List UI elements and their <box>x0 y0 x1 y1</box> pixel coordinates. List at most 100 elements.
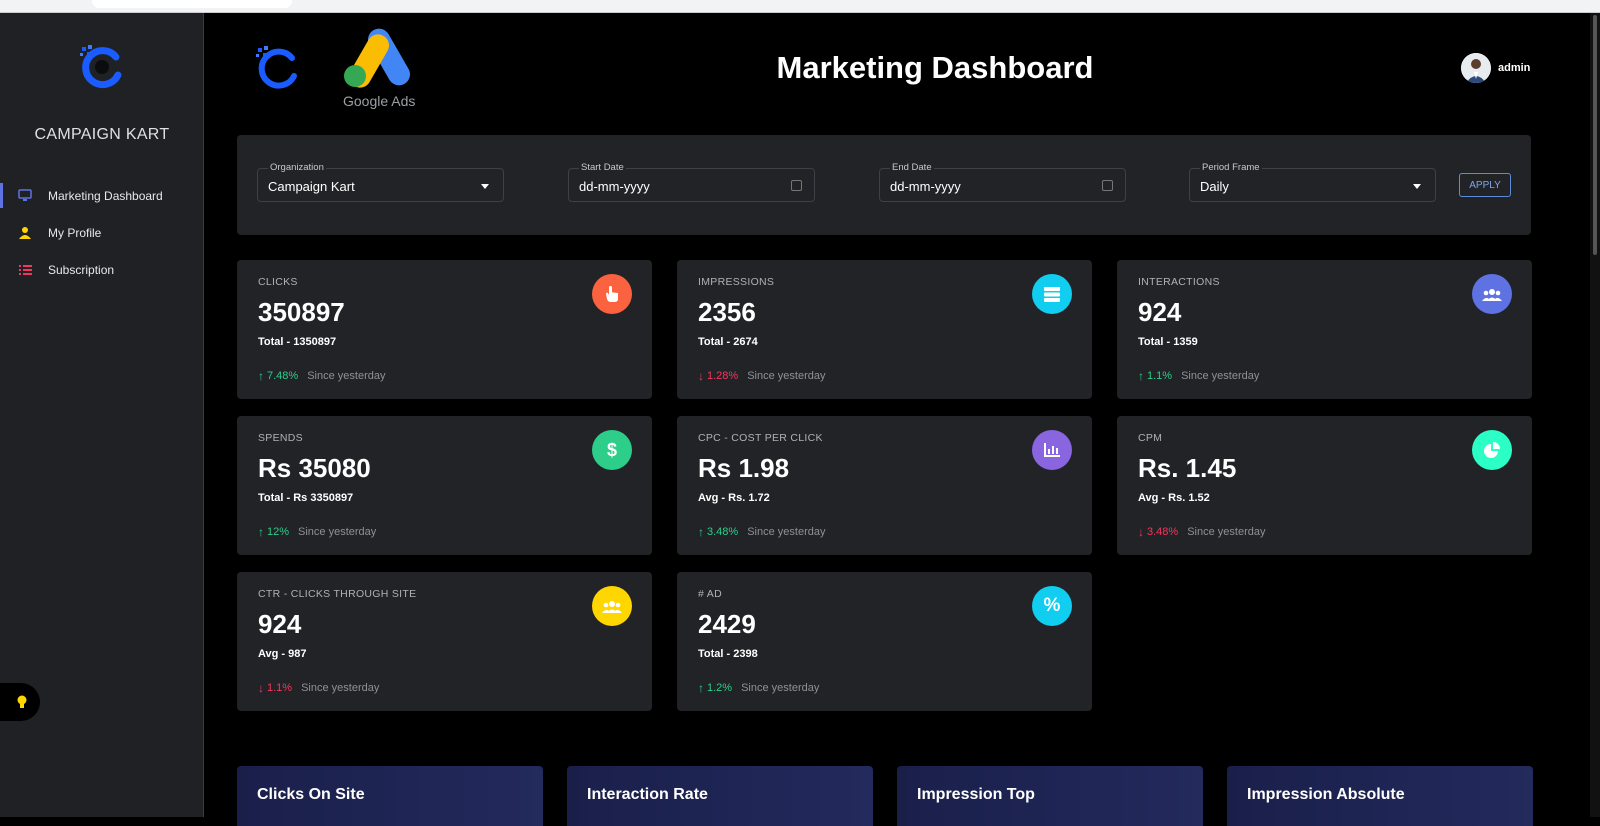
arrow-down-icon: ↓ <box>258 681 264 695</box>
arrow-up-icon: ↑ <box>698 525 704 539</box>
sidebar: CAMPAIGN KART Marketing Dashboard My Pro… <box>0 13 204 817</box>
stat-card-ad: # AD 2429 Total - 2398 ↑ 1.2% Since yesterday… <box>677 572 1092 711</box>
calendar-icon[interactable] <box>791 180 802 191</box>
stat-trend: ↑ 12% Since yesterday <box>258 525 376 539</box>
start-date-label: Start Date <box>579 162 626 173</box>
trend-percent: 12% <box>267 526 290 538</box>
stat-trend: ↓ 3.48% Since yesterday <box>1138 525 1265 539</box>
end-date-input[interactable]: End Date dd-mm-yyyy <box>879 162 1126 202</box>
stat-value: 924 <box>258 609 302 639</box>
stat-card-cpm: CPM Rs. 1.45 Avg - Rs. 1.52 ↓ 3.48% Since yes… <box>1117 416 1532 555</box>
trend-percent: 7.48% <box>267 370 299 382</box>
organization-select[interactable]: Organization Campaign Kart <box>257 162 504 202</box>
stat-value: 350897 <box>258 297 345 327</box>
arrow-down-icon: ↓ <box>698 369 704 383</box>
stat-subtotal: Avg - 987 <box>258 648 307 660</box>
stat-subtotal: Total - 2674 <box>698 336 758 348</box>
trend-percent: 1.1% <box>1147 370 1173 382</box>
trend-since: Since yesterday <box>301 682 380 694</box>
stat-card-clicks: CLICKS 350897 Total - 1350897 ↑ 7.48% Since y… <box>237 260 652 399</box>
user-menu[interactable]: admin <box>1461 53 1530 83</box>
stat-trend: ↑ 1.1% Since yesterday <box>1138 369 1259 383</box>
trend-since: Since yesterday <box>747 370 826 382</box>
theme-toggle-button[interactable] <box>0 683 40 721</box>
trend-percent: 3.48% <box>1147 526 1179 538</box>
interaction-rate-card: Interaction Rate <box>567 766 873 826</box>
stat-label: CPC - COST PER CLICK <box>698 432 823 444</box>
stat-trend: ↓ 1.28% Since yesterday <box>698 369 825 383</box>
sidebar-nav: Marketing Dashboard My Profile Subscript… <box>0 177 204 288</box>
organization-value: Campaign Kart <box>268 179 355 194</box>
page-title: Marketing Dashboard <box>776 50 1094 85</box>
stat-value: Rs 1.98 <box>698 453 790 483</box>
card-title: Interaction Rate <box>587 786 708 803</box>
chevron-down-icon <box>1413 184 1421 189</box>
pie-chart-icon <box>1472 430 1512 470</box>
stat-subtotal: Total - 2398 <box>698 648 758 660</box>
scrollbar-thumb[interactable] <box>1593 15 1597 255</box>
stat-trend: ↓ 1.1% Since yesterday <box>258 681 379 695</box>
trend-percent: 1.28% <box>707 370 739 382</box>
sidebar-item-label: My Profile <box>48 225 102 240</box>
address-bar[interactable] <box>92 0 292 8</box>
stat-trend: ↑ 7.48% Since yesterday <box>258 369 385 383</box>
apply-button[interactable]: APPLY <box>1459 173 1511 197</box>
campaign-kart-logo-icon <box>80 45 122 89</box>
arrow-down-icon: ↓ <box>1138 525 1144 539</box>
chevron-down-icon <box>481 184 489 189</box>
stat-value: Rs. 1.45 <box>1138 453 1237 483</box>
sidebar-item-label: Subscription <box>48 262 115 277</box>
campaign-kart-header-logo-icon <box>256 46 297 89</box>
sidebar-item-marketing-dashboard[interactable]: Marketing Dashboard <box>0 177 204 214</box>
stat-trend: ↑ 1.2% Since yesterday <box>698 681 819 695</box>
stat-label: SPENDS <box>258 432 303 444</box>
clicks-on-site-card: Clicks On Site <box>237 766 543 826</box>
stat-subtotal: Avg - Rs. 1.52 <box>1138 492 1210 504</box>
organization-label: Organization <box>268 162 326 173</box>
stat-subtotal: Total - Rs 3350897 <box>258 492 354 504</box>
stat-value: 2429 <box>698 609 756 639</box>
stat-label: # AD <box>698 588 722 600</box>
card-title: Clicks On Site <box>257 786 365 803</box>
page-scrollbar[interactable] <box>1590 13 1600 817</box>
stat-card-impressions: IMPRESSIONS 2356 Total - 2674 ↓ 1.28% Since y… <box>677 260 1092 399</box>
stat-label: IMPRESSIONS <box>698 276 775 288</box>
trend-percent: 3.48% <box>707 526 739 538</box>
user-icon <box>18 226 32 240</box>
stat-subtotal: Total - 1350897 <box>258 336 337 348</box>
stat-subtotal: Avg - Rs. 1.72 <box>698 492 770 504</box>
stat-card-ctr-clicks-through-site: CTR - CLICKS THROUGH SITE 924 Avg - 987 ↓ 1.… <box>237 572 652 711</box>
users-icon <box>1472 274 1512 314</box>
stat-card-cpc-cost-per-click: CPC - COST PER CLICK Rs 1.98 Avg - Rs. 1.7… <box>677 416 1092 555</box>
trend-since: Since yesterday <box>747 526 826 538</box>
sidebar-item-my-profile[interactable]: My Profile <box>0 214 204 251</box>
end-date-label: End Date <box>890 162 934 173</box>
browser-toolbar <box>0 0 1600 13</box>
stat-subtotal: Total - 1359 <box>1138 336 1198 348</box>
arrow-up-icon: ↑ <box>1138 369 1144 383</box>
stat-value: 924 <box>1138 297 1182 327</box>
trend-since: Since yesterday <box>298 526 377 538</box>
stat-label: CTR - CLICKS THROUGH SITE <box>258 588 417 600</box>
stack-icon <box>1032 274 1072 314</box>
sidebar-item-label: Marketing Dashboard <box>48 188 163 203</box>
sidebar-item-subscription[interactable]: Subscription <box>0 251 204 288</box>
hand-pointer-icon <box>592 274 632 314</box>
calendar-icon[interactable] <box>1102 180 1113 191</box>
arrow-up-icon: ↑ <box>258 525 264 539</box>
start-date-input[interactable]: Start Date dd-mm-yyyy <box>568 162 815 202</box>
stat-label: CPM <box>1138 432 1163 444</box>
filter-panel: Organization Campaign Kart Start Date dd… <box>237 135 1531 235</box>
stat-label: INTERACTIONS <box>1138 276 1220 288</box>
dollar-icon: $ <box>592 430 632 470</box>
impression-absolute-card: Impression Absolute <box>1227 766 1533 826</box>
arrow-up-icon: ↑ <box>258 369 264 383</box>
brand-name: CAMPAIGN KART <box>34 126 170 143</box>
lightbulb-icon <box>17 695 27 708</box>
trend-percent: 1.1% <box>267 682 293 694</box>
user-name: admin <box>1498 62 1531 74</box>
start-date-value: dd-mm-yyyy <box>579 179 650 194</box>
avatar[interactable] <box>1461 53 1491 83</box>
trend-since: Since yesterday <box>1187 526 1266 538</box>
period-frame-select[interactable]: Period Frame Daily <box>1189 162 1436 202</box>
